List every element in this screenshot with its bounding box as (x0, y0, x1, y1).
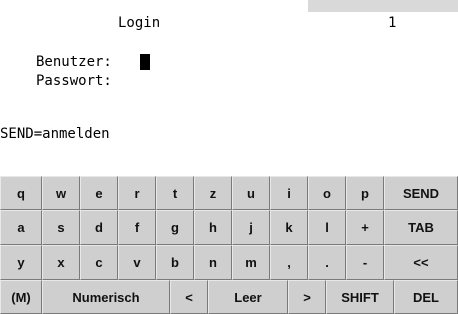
key-g[interactable]: g (156, 210, 194, 245)
user-field-label: Benutzer: (36, 54, 112, 70)
key-l[interactable]: l (308, 210, 346, 245)
key-w[interactable]: w (42, 176, 80, 210)
space-button[interactable]: Leer (208, 280, 288, 314)
key-t[interactable]: t (156, 176, 194, 210)
send-hint: SEND=anmelden (0, 126, 110, 142)
key-x[interactable]: x (42, 245, 80, 280)
send-button[interactable]: SEND (384, 176, 458, 210)
key-period[interactable]: . (308, 245, 346, 280)
tab-button[interactable]: TAB (384, 210, 458, 245)
on-screen-keyboard: q w e r t z u i o p SEND a s d f g h j k… (0, 176, 458, 314)
key-d[interactable]: d (80, 210, 118, 245)
key-plus[interactable]: + (346, 210, 384, 245)
key-a[interactable]: a (0, 210, 42, 245)
page-number: 1 (388, 15, 397, 31)
key-comma[interactable]: , (270, 245, 308, 280)
cursor-right-button[interactable]: > (288, 280, 326, 314)
user-input-cursor[interactable] (140, 54, 150, 70)
key-minus[interactable]: - (346, 245, 384, 280)
shift-button[interactable]: SHIFT (326, 280, 394, 314)
terminal-screen: Login 1 Benutzer: Passwort: SEND=anmelde… (0, 12, 458, 172)
key-h[interactable]: h (194, 210, 232, 245)
key-f[interactable]: f (118, 210, 156, 245)
key-v[interactable]: v (118, 245, 156, 280)
key-u[interactable]: u (232, 176, 270, 210)
key-r[interactable]: r (118, 176, 156, 210)
key-s[interactable]: s (42, 210, 80, 245)
key-o[interactable]: o (308, 176, 346, 210)
key-p[interactable]: p (346, 176, 384, 210)
password-field-label: Passwort: (36, 73, 112, 89)
delete-button[interactable]: DEL (394, 280, 458, 314)
key-y[interactable]: y (0, 245, 42, 280)
mode-button[interactable]: (M) (0, 280, 42, 314)
key-c[interactable]: c (80, 245, 118, 280)
key-j[interactable]: j (232, 210, 270, 245)
key-n[interactable]: n (194, 245, 232, 280)
key-e[interactable]: e (80, 176, 118, 210)
key-q[interactable]: q (0, 176, 42, 210)
cursor-left-button[interactable]: < (170, 280, 208, 314)
key-z[interactable]: z (194, 176, 232, 210)
numeric-button[interactable]: Numerisch (42, 280, 170, 314)
key-i[interactable]: i (270, 176, 308, 210)
screen-title: Login (118, 15, 161, 31)
backtab-button[interactable]: << (384, 245, 458, 280)
key-b[interactable]: b (156, 245, 194, 280)
key-k[interactable]: k (270, 210, 308, 245)
key-m[interactable]: m (232, 245, 270, 280)
